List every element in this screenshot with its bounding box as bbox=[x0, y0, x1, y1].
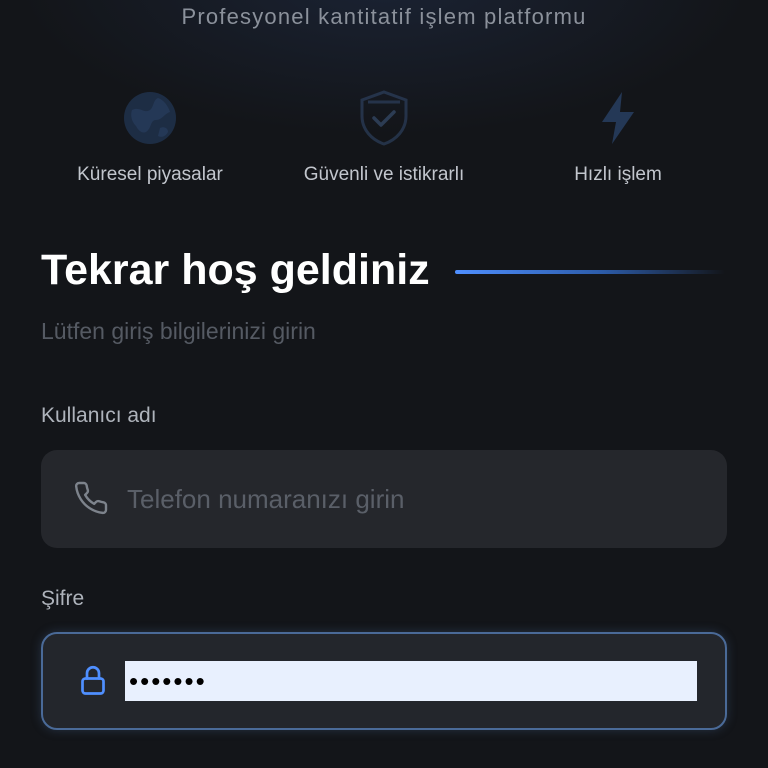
welcome-title: Tekrar hoş geldiniz bbox=[41, 246, 430, 294]
feature-fast-trading: Hızlı işlem bbox=[488, 86, 748, 196]
title-accent-line bbox=[455, 270, 725, 274]
feature-label: Hızlı işlem bbox=[574, 164, 662, 185]
feature-label: Güvenli ve istikrarlı bbox=[303, 164, 465, 185]
password-field[interactable] bbox=[41, 632, 727, 730]
shield-check-icon bbox=[360, 90, 408, 146]
lightning-icon bbox=[602, 92, 634, 144]
password-input[interactable] bbox=[125, 661, 697, 701]
globe-icon bbox=[124, 92, 176, 144]
username-input[interactable] bbox=[125, 476, 689, 522]
feature-label: Küresel piyasalar bbox=[77, 164, 223, 185]
login-subtitle: Lütfen giriş bilgilerinizi girin bbox=[41, 318, 316, 344]
username-label: Kullanıcı adı bbox=[41, 404, 157, 427]
platform-tagline: Profesyonel kantitatif işlem platformu bbox=[181, 4, 587, 29]
phone-icon bbox=[74, 481, 108, 515]
lock-icon bbox=[81, 665, 105, 695]
welcome-header: Tekrar hoş geldiniz bbox=[41, 246, 731, 302]
feature-global-markets: Küresel piyasalar bbox=[20, 86, 280, 196]
feature-list: Küresel piyasalar Güvenli ve istikrarlı … bbox=[0, 86, 768, 196]
feature-secure-stable: Güvenli ve istikrarlı bbox=[254, 86, 514, 196]
username-field[interactable] bbox=[41, 450, 727, 548]
password-label: Şifre bbox=[41, 587, 85, 610]
